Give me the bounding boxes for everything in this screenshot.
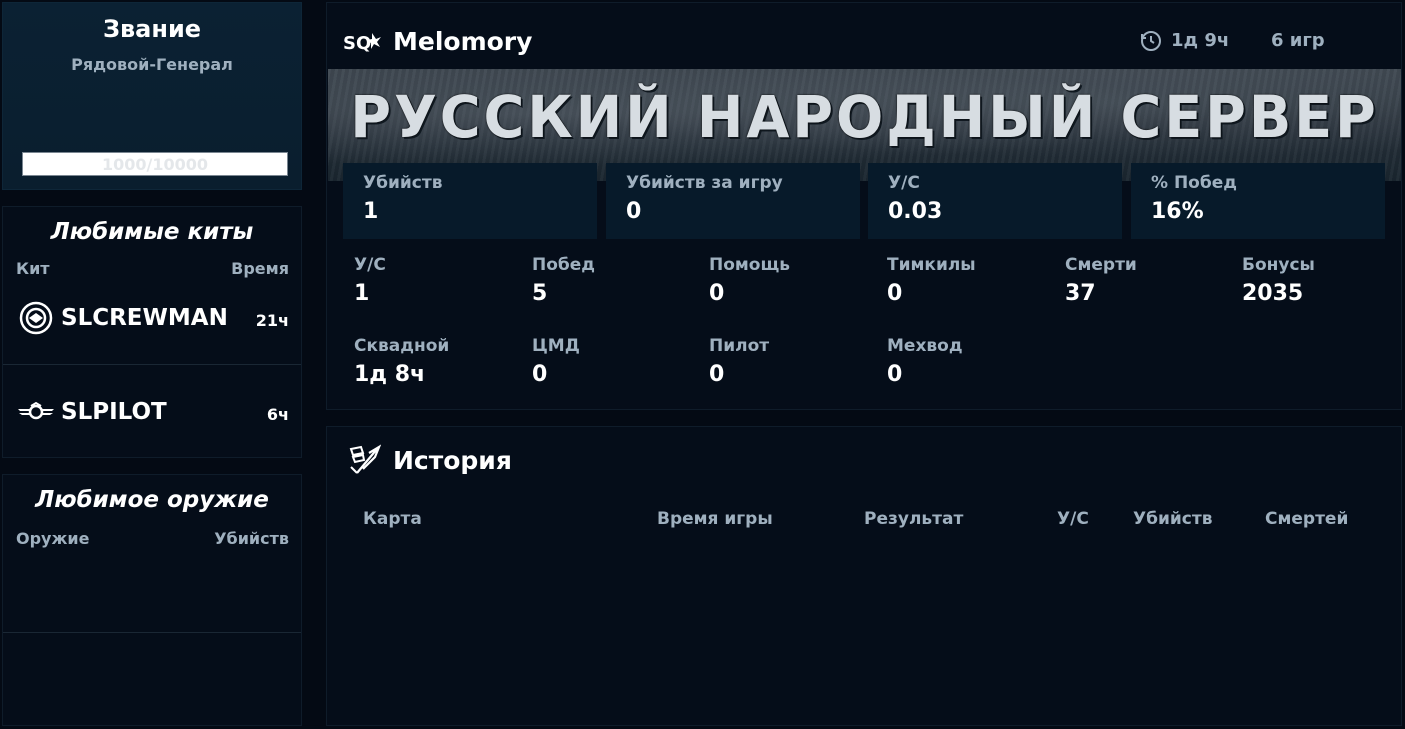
weapons-col-kills: Убийств	[214, 529, 289, 548]
history-col-deaths[interactable]: Смертей	[1265, 509, 1348, 529]
stat-deaths: Смерти 37	[1065, 255, 1137, 306]
kit-name: SLPILOT	[61, 399, 167, 425]
favorite-weapons-title: Любимое оружие	[35, 487, 269, 513]
stat-label: Мехвод	[887, 336, 963, 356]
history-col-kd[interactable]: У/С	[1057, 509, 1089, 529]
stat-value: 0	[532, 362, 548, 387]
stat-label: Бонусы	[1242, 255, 1315, 275]
stat-label: ЦМД	[532, 336, 580, 356]
profile-panel: SQ Melomory 1д 9ч 6 игр РУССКИЙ НАРОДНЫЙ…	[326, 2, 1402, 410]
stat-value: 1д 8ч	[354, 362, 426, 387]
kit-time: 21ч	[255, 311, 289, 330]
player-name: Melomory	[393, 27, 533, 56]
history-col-playtime[interactable]: Время игры	[657, 509, 773, 529]
history-title: История	[393, 446, 512, 475]
stat-label: Помощь	[709, 255, 791, 275]
history-col-map[interactable]: Карта	[363, 509, 422, 529]
history-col-result[interactable]: Результат	[864, 509, 963, 529]
server-banner-text: РУССКИЙ НАРОДНЫЙ СЕРВЕР	[350, 83, 1379, 151]
stat-squad-leader: Сквадной 1д 8ч	[354, 336, 449, 387]
stat-assists: Помощь 0	[709, 255, 790, 306]
stat-label: Побед	[532, 255, 596, 275]
games-count: 6 игр	[1271, 30, 1325, 51]
rank-title: Звание	[102, 15, 202, 43]
stat-label: Тимкилы	[887, 255, 976, 275]
stat-value: 0	[709, 281, 725, 306]
sq-logo-text: SQ	[343, 33, 371, 54]
stat-card-kills-per-game: Убийств за игру 0	[606, 163, 860, 239]
rank-panel: Звание Рядовой-Генерал 1000/10000	[2, 2, 302, 190]
stat-value: 0	[887, 362, 903, 387]
pilot-wings-icon	[18, 401, 54, 420]
sq-logo-icon: SQ	[343, 33, 381, 54]
kit-name: SLCREWMAN	[61, 305, 228, 331]
stat-value: 2035	[1242, 281, 1304, 306]
stat-label: Сквадной	[354, 336, 450, 356]
crewman-icon	[19, 301, 53, 335]
weapons-col-weapon: Оружие	[16, 529, 90, 548]
favorite-kits-title: Любимые киты	[50, 219, 254, 245]
stat-value: 5	[532, 281, 548, 306]
rank-progress-bar: 1000/10000	[22, 152, 288, 176]
history-col-kills[interactable]: Убийств	[1133, 509, 1213, 529]
stat-label: У/С	[354, 255, 386, 275]
stat-bonuses: Бонусы 2035	[1242, 255, 1315, 306]
stat-card-value: 16%	[1151, 199, 1204, 224]
stat-pilot: Пилот 0	[709, 336, 769, 387]
stat-driver: Мехвод 0	[887, 336, 963, 387]
favorite-kits-panel: Любимые киты Кит Время SLCREWMAN 21ч SLP…	[2, 206, 302, 458]
stat-value: 0	[709, 362, 725, 387]
stat-card-label: У/С	[888, 173, 920, 193]
favorite-weapons-panel: Любимое оружие Оружие Убийств	[2, 474, 302, 726]
stat-label: Пилот	[709, 336, 770, 356]
total-playtime: 1д 9ч	[1171, 30, 1230, 51]
stat-card-kills: Убийств 1	[343, 163, 597, 239]
stat-card-label: Убийств	[363, 173, 443, 193]
stat-card-kd: У/С 0.03	[868, 163, 1122, 239]
stat-value: 37	[1065, 281, 1096, 306]
history-panel: История Карта Время игры Результат У/С У…	[326, 426, 1402, 726]
stat-card-label: Убийств за игру	[626, 173, 783, 193]
stat-value: 0	[887, 281, 903, 306]
stat-kd: У/С 1	[354, 255, 386, 306]
stat-card-label: % Побед	[1151, 173, 1237, 193]
rank-subtitle: Рядовой-Генерал	[71, 55, 233, 74]
stat-card-value: 0	[626, 199, 642, 224]
kit-row[interactable]: SLCREWMAN 21ч	[3, 271, 301, 365]
kit-row[interactable]: SLPILOT 6ч	[3, 364, 301, 458]
stat-teamkills: Тимкилы 0	[887, 255, 976, 306]
clock-icon	[1141, 31, 1161, 51]
stat-card-value: 1	[363, 199, 379, 224]
stat-value: 1	[354, 281, 370, 306]
stat-card-win-rate: % Побед 16%	[1131, 163, 1385, 239]
history-feather-icon	[349, 444, 381, 474]
stat-wins: Побед 5	[532, 255, 595, 306]
weapons-divider	[3, 632, 301, 633]
rank-progress-text: 1000/10000	[101, 155, 209, 174]
stat-cmd: ЦМД 0	[532, 336, 580, 387]
stat-card-value: 0.03	[888, 199, 943, 224]
stat-label: Смерти	[1065, 255, 1137, 275]
kit-time: 6ч	[266, 405, 289, 424]
